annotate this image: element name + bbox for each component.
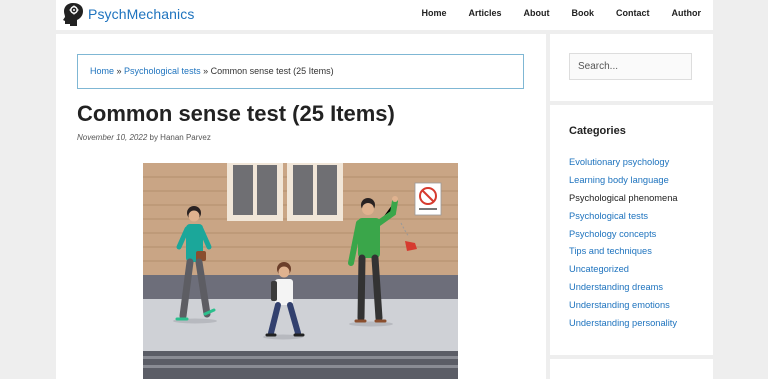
byline-by: by [147,133,161,142]
main-nav: Home Articles About Book Contact Author [399,8,701,18]
nav-home[interactable]: Home [421,8,446,18]
search-widget: Search... [550,34,713,101]
breadcrumb-home[interactable]: Home [90,66,114,76]
categories-heading: Categories [569,125,626,137]
site-logo[interactable]: PsychMechanics [62,2,194,26]
category-link[interactable]: Psychological tests [569,211,678,229]
categories-list: Evolutionary psychology Learning body la… [569,157,678,336]
nav-book[interactable]: Book [572,8,595,18]
hero-illustration [143,163,458,379]
nav-about[interactable]: About [524,8,550,18]
category-link[interactable]: Understanding personality [569,318,678,336]
search-input[interactable]: Search... [569,53,692,80]
category-link[interactable]: Understanding dreams [569,282,678,300]
post-date: November 10, 2022 [77,133,148,142]
nav-contact[interactable]: Contact [616,8,650,18]
breadcrumb: Home » Psychological tests » Common sens… [77,54,524,89]
category-link[interactable]: Learning body language [569,175,678,193]
category-link[interactable]: Uncategorized [569,264,678,282]
category-link[interactable]: Understanding emotions [569,300,678,318]
categories-widget: Categories Evolutionary psychology Learn… [550,105,713,355]
nav-author[interactable]: Author [672,8,702,18]
nav-articles[interactable]: Articles [468,8,501,18]
breadcrumb-current: Common sense test (25 Items) [210,66,334,76]
category-link[interactable]: Tips and techniques [569,246,678,264]
sidebar-widget [550,359,713,379]
site-name: PsychMechanics [88,6,195,22]
category-link[interactable]: Evolutionary psychology [569,157,678,175]
post-author[interactable]: Hanan Parvez [160,133,211,142]
article-container: Home » Psychological tests » Common sens… [56,34,546,379]
breadcrumb-section[interactable]: Psychological tests [124,66,201,76]
site-header: PsychMechanics Home Articles About Book … [56,0,713,30]
breadcrumb-separator: » [114,66,125,76]
category-link[interactable]: Psychology concepts [569,229,678,247]
brain-head-icon [63,3,83,26]
article-meta: November 10, 2022 by Hanan Parvez [77,133,211,142]
breadcrumb-separator: » [200,66,211,76]
category-link[interactable]: Psychological phenomena [569,193,678,211]
page-title: Common sense test (25 Items) [77,101,395,126]
